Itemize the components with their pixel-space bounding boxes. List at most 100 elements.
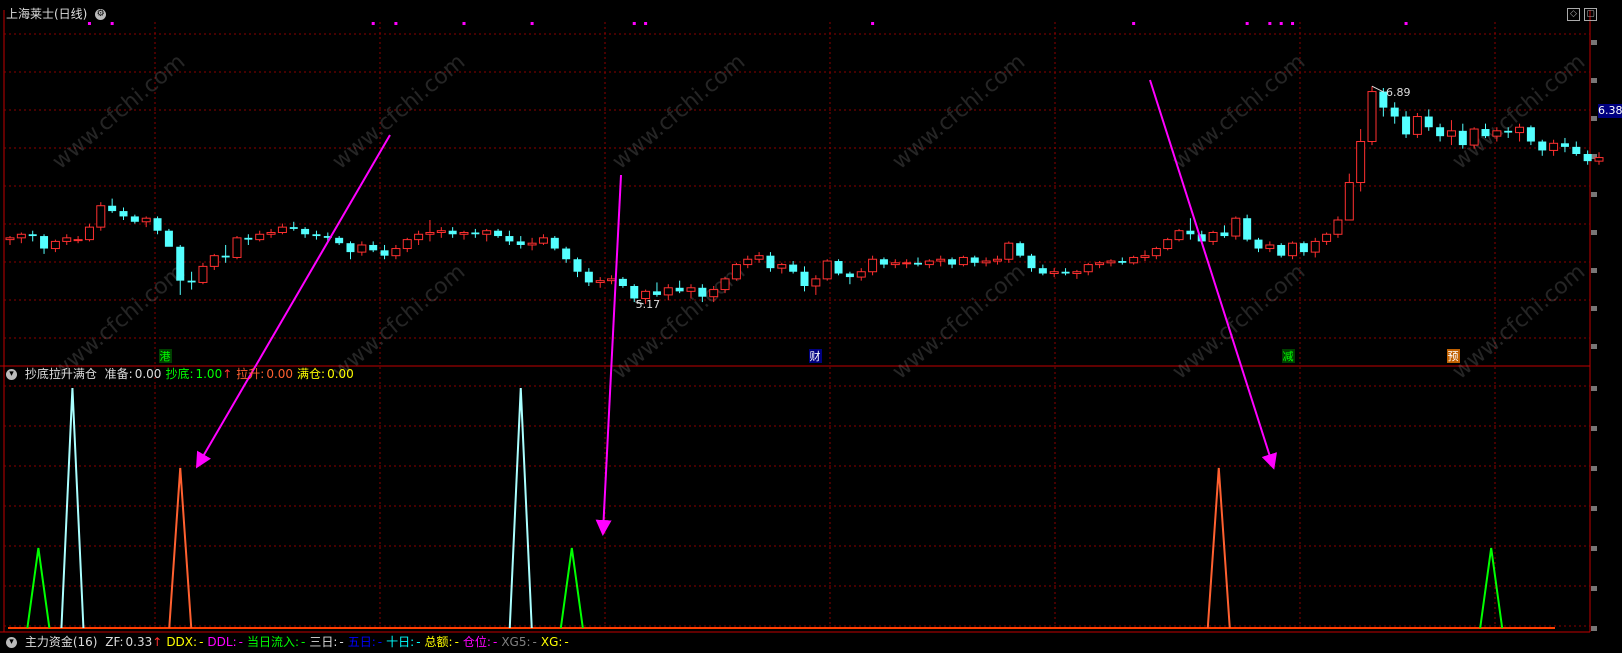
candle-body xyxy=(277,226,287,233)
event-marker-text: 减 xyxy=(1283,350,1294,363)
settings-icon[interactable]: ⚙ xyxy=(95,9,107,20)
candle-body xyxy=(1538,141,1547,151)
indicator-field: 抄底: 1.00↑ xyxy=(165,367,232,381)
event-marker-2: 财 xyxy=(809,349,822,363)
candle-body xyxy=(346,243,355,253)
candle-body xyxy=(538,237,548,244)
signal-dot xyxy=(1404,22,1408,25)
candle-body xyxy=(1402,116,1411,135)
indicator-field-label: 准备: xyxy=(104,367,133,381)
axis-tick xyxy=(1591,466,1597,471)
candle-body xyxy=(595,280,605,283)
indicator-field-value: 0.00 xyxy=(266,367,294,381)
candle-body xyxy=(1526,127,1535,142)
candle-body xyxy=(482,230,492,235)
indicator-spike xyxy=(1479,547,1504,629)
event-marker-text: 预 xyxy=(1448,350,1459,363)
bottom-field-value: - xyxy=(199,635,204,649)
candle-body xyxy=(1594,157,1604,162)
chart-canvas[interactable]: www.cfchi.com www.cfchi.com www.cfchi.com w… xyxy=(0,0,1622,653)
indicator-spike xyxy=(168,467,193,629)
candle-body xyxy=(96,205,106,228)
bottom-field: 总额: - xyxy=(425,635,459,649)
candle-body xyxy=(187,280,196,283)
candle-body xyxy=(335,237,344,244)
candle-body xyxy=(414,233,424,241)
axis-tick xyxy=(1591,506,1597,511)
annotation-arrow xyxy=(195,134,391,469)
candle-body xyxy=(1288,242,1298,257)
candle-body xyxy=(1118,261,1127,263)
watermark-text: www.cfchi.com xyxy=(1168,49,1310,174)
bottom-field: 仓位: - xyxy=(463,635,497,649)
bottom-field: DDX: - xyxy=(166,635,203,649)
bottom-field-value: - xyxy=(492,635,498,649)
bottom-field-value: - xyxy=(339,635,344,649)
candle-body xyxy=(652,291,661,295)
signal-dot xyxy=(394,22,398,25)
signal-dot xyxy=(632,22,636,25)
signal-dot xyxy=(530,22,534,25)
candle-body xyxy=(924,260,934,266)
indicator-field-value: 1.00 xyxy=(195,367,223,381)
axis-tick xyxy=(1591,586,1597,591)
indicator-spikes xyxy=(26,387,1504,629)
bottom-title[interactable]: 主力资金(16) xyxy=(25,635,98,649)
watermark-text: www.cfchi.com xyxy=(1448,49,1590,174)
candle-body xyxy=(40,236,49,249)
bottom-field-label: 总额: xyxy=(424,635,453,649)
candle-body xyxy=(357,244,367,253)
axis-tick xyxy=(1591,116,1597,121)
candle-body xyxy=(1310,240,1320,253)
candle-body xyxy=(108,205,117,212)
bottom-field-value: 0.33 xyxy=(125,635,153,649)
candle-body xyxy=(1254,239,1263,249)
watermark-text: www.cfchi.com xyxy=(608,49,750,174)
candle-body xyxy=(402,239,412,250)
candle-body xyxy=(1004,242,1014,260)
candle-body xyxy=(698,287,707,297)
bottom-field-label: XG: xyxy=(540,635,563,649)
last-price-tag: 6.38 xyxy=(1598,104,1622,118)
event-marker-text: 财 xyxy=(810,349,821,363)
candle-body xyxy=(992,258,1002,262)
bottom-field-label: 当日流入: xyxy=(246,635,300,649)
indicator-menu-icon[interactable]: ▾ xyxy=(6,369,17,380)
candle-body xyxy=(164,230,173,247)
candle-body xyxy=(1436,127,1445,137)
diamond-icon[interactable]: ◇ xyxy=(1567,8,1580,21)
candle-body xyxy=(380,250,389,256)
axis-tick xyxy=(1591,546,1597,551)
bottom-field-label: 三日: xyxy=(309,635,338,649)
signal-dot xyxy=(1279,22,1283,25)
bottom-field: ZF: 0.33↑ xyxy=(105,635,162,649)
candle-body xyxy=(970,257,979,263)
candle-body xyxy=(1038,268,1047,274)
candle-body xyxy=(720,278,730,291)
high-label: 6.89 xyxy=(1386,86,1411,99)
bottom-field: XG: - xyxy=(541,635,569,649)
candle-body xyxy=(198,265,208,283)
window-icon[interactable]: ▢ xyxy=(1584,8,1597,21)
stock-title: 上海莱士(日线) xyxy=(6,7,88,21)
event-marker-3: 减 xyxy=(1282,349,1295,363)
indicator-title[interactable]: 抄底拉升满仓 xyxy=(25,367,97,381)
arrow-up-icon: ↑ xyxy=(152,635,163,649)
bottom-field-value: - xyxy=(416,635,421,649)
candle-body xyxy=(1446,130,1456,137)
bottom-menu-icon[interactable]: ▾ xyxy=(6,637,17,648)
candle-body xyxy=(936,258,946,262)
candle-body xyxy=(663,287,673,296)
candle-body xyxy=(1333,219,1343,235)
candle-body xyxy=(1322,233,1332,242)
candle-body xyxy=(1186,230,1195,235)
candle-body xyxy=(494,230,503,237)
candle-body xyxy=(425,231,435,235)
signal-dot xyxy=(1268,22,1272,25)
signal-dot xyxy=(371,22,375,25)
axis-tick xyxy=(1591,230,1597,235)
indicator-field-value: 0.00 xyxy=(134,367,162,381)
bottom-field-label: DDL: xyxy=(207,635,237,649)
candle-body xyxy=(73,239,83,242)
candle-body xyxy=(856,271,866,278)
